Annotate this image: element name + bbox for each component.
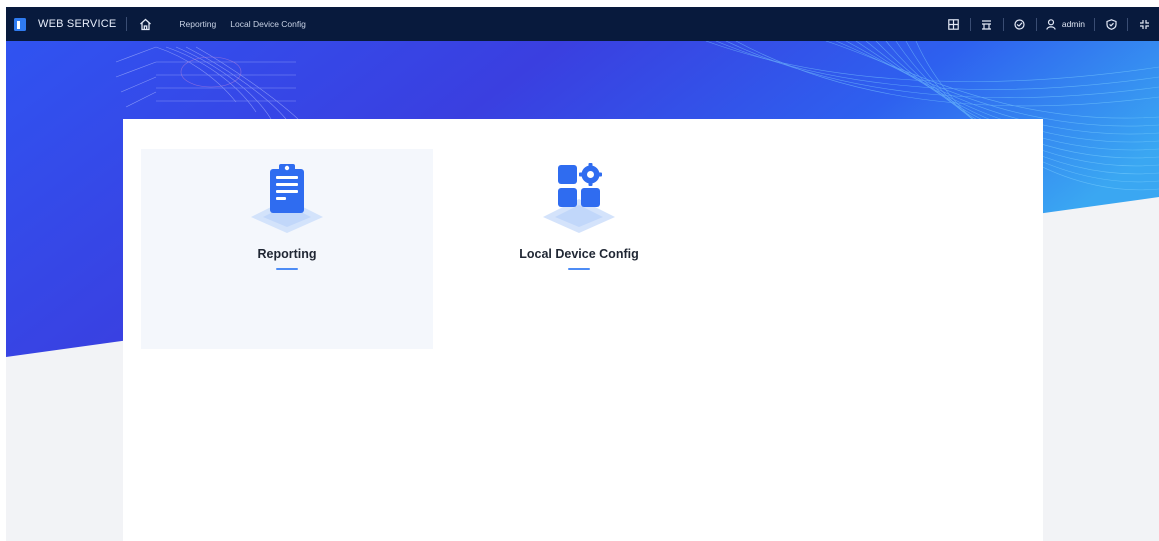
app-window: WEB SERVICE Reporting Local Device Confi…: [6, 7, 1159, 541]
tile-local-device-config[interactable]: Local Device Config: [433, 149, 725, 349]
divider: [1094, 17, 1095, 31]
clipboard-report-icon: [251, 164, 323, 233]
tab-local-device-config[interactable]: Local Device Config: [230, 19, 306, 29]
username: admin: [1061, 19, 1085, 29]
device-config-icon: [543, 163, 615, 233]
divider: [1035, 17, 1037, 31]
home-icon[interactable]: [137, 16, 153, 32]
user-menu[interactable]: admin: [1046, 18, 1085, 30]
user-icon: [1046, 18, 1056, 30]
split-screen-icon[interactable]: [976, 13, 998, 35]
app-brand: WEB SERVICE: [38, 18, 117, 30]
tile-label: Local Device Config: [519, 247, 639, 261]
tab-reporting[interactable]: Reporting: [179, 19, 216, 29]
divider: [126, 17, 128, 31]
tile-reporting[interactable]: Reporting: [141, 149, 433, 349]
tile-label: Reporting: [257, 247, 317, 261]
tile-underline: [568, 268, 590, 270]
divider: [1127, 17, 1128, 31]
main-panel: Reporting Local Device Config: [123, 119, 1043, 541]
divider: [969, 17, 971, 31]
fullscreen-icon[interactable]: [1133, 13, 1155, 35]
grid-layout-icon[interactable]: [943, 13, 965, 35]
divider: [1002, 17, 1004, 31]
top-bar: WEB SERVICE Reporting Local Device Confi…: [6, 7, 1159, 41]
app-logo-icon: [13, 16, 27, 32]
monitor-status-icon[interactable]: [1009, 13, 1031, 35]
tile-underline: [276, 268, 298, 270]
shield-icon[interactable]: [1100, 13, 1122, 35]
